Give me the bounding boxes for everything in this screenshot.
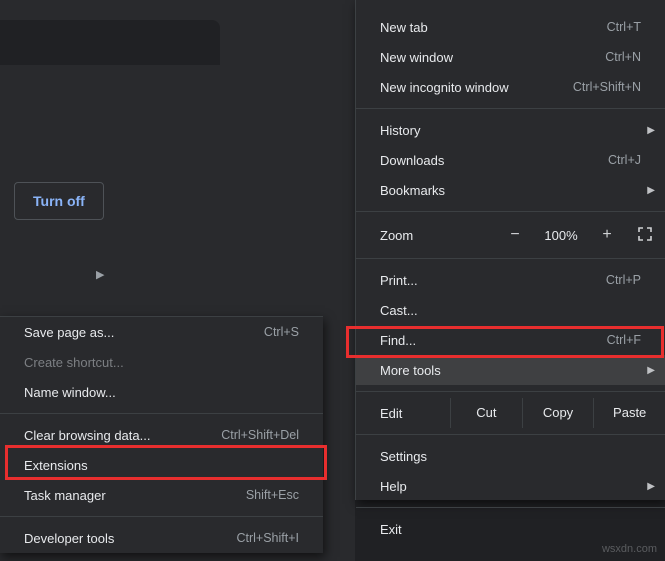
menu-shortcut: Ctrl+N bbox=[605, 50, 641, 64]
history-item[interactable]: History ▶ bbox=[356, 115, 665, 145]
active-tab-area bbox=[0, 20, 220, 65]
turn-off-button[interactable]: Turn off bbox=[14, 182, 104, 220]
zoom-row: Zoom − 100% + bbox=[356, 218, 665, 252]
menu-label: Clear browsing data... bbox=[24, 428, 150, 443]
menu-label: Name window... bbox=[24, 385, 116, 400]
separator bbox=[356, 211, 665, 212]
menu-shortcut: Ctrl+Shift+Del bbox=[221, 428, 299, 442]
submenu-arrow-icon: ▶ bbox=[647, 185, 655, 196]
print-item[interactable]: Print... Ctrl+P bbox=[356, 265, 665, 295]
bookmarks-item[interactable]: Bookmarks ▶ bbox=[356, 175, 665, 205]
downloads-item[interactable]: Downloads Ctrl+J bbox=[356, 145, 665, 175]
menu-label: Extensions bbox=[24, 458, 88, 473]
more-tools-submenu: Save page as... Ctrl+S Create shortcut..… bbox=[0, 316, 323, 553]
new-window-item[interactable]: New window Ctrl+N bbox=[356, 42, 665, 72]
submenu-arrow-icon: ▶ bbox=[647, 365, 655, 376]
menu-shortcut: Ctrl+P bbox=[606, 273, 641, 287]
menu-label: Save page as... bbox=[24, 325, 114, 340]
paste-button[interactable]: Paste bbox=[593, 398, 665, 428]
fullscreen-icon[interactable] bbox=[637, 226, 653, 245]
find-item[interactable]: Find... Ctrl+F bbox=[356, 325, 665, 355]
edit-row: Edit Cut Copy Paste bbox=[356, 398, 665, 428]
exit-item[interactable]: Exit bbox=[356, 514, 665, 544]
save-page-item[interactable]: Save page as... Ctrl+S bbox=[0, 317, 323, 347]
clear-browsing-data-item[interactable]: Clear browsing data... Ctrl+Shift+Del bbox=[0, 420, 323, 450]
edit-label: Edit bbox=[380, 406, 450, 421]
menu-label: New tab bbox=[380, 20, 428, 35]
menu-label: Find... bbox=[380, 333, 416, 348]
menu-label: New window bbox=[380, 50, 453, 65]
menu-label: Downloads bbox=[380, 153, 444, 168]
new-incognito-item[interactable]: New incognito window Ctrl+Shift+N bbox=[356, 72, 665, 102]
menu-label: Create shortcut... bbox=[24, 355, 124, 370]
cast-item[interactable]: Cast... bbox=[356, 295, 665, 325]
help-item[interactable]: Help ▶ bbox=[356, 471, 665, 501]
menu-label: New incognito window bbox=[380, 80, 509, 95]
separator bbox=[0, 516, 323, 517]
settings-item[interactable]: Settings bbox=[356, 441, 665, 471]
name-window-item[interactable]: Name window... bbox=[0, 377, 323, 407]
separator bbox=[0, 413, 323, 414]
menu-shortcut: Ctrl+T bbox=[607, 20, 641, 34]
zoom-label: Zoom bbox=[380, 228, 493, 243]
developer-tools-item[interactable]: Developer tools Ctrl+Shift+I bbox=[0, 523, 323, 553]
separator bbox=[356, 258, 665, 259]
separator bbox=[356, 391, 665, 392]
menu-label: Exit bbox=[380, 522, 402, 537]
submenu-arrow-icon: ▶ bbox=[647, 125, 655, 136]
menu-shortcut: Ctrl+Shift+I bbox=[236, 531, 299, 545]
watermark: wsxdn.com bbox=[602, 543, 657, 555]
cut-button[interactable]: Cut bbox=[450, 398, 522, 428]
menu-label: Print... bbox=[380, 273, 418, 288]
menu-shortcut: Ctrl+F bbox=[607, 333, 641, 347]
more-tools-item[interactable]: More tools ▶ bbox=[356, 355, 665, 385]
separator bbox=[356, 108, 665, 109]
menu-shortcut: Ctrl+S bbox=[264, 325, 299, 339]
chrome-main-menu: New tab Ctrl+T New window Ctrl+N New inc… bbox=[355, 0, 665, 500]
menu-label: Developer tools bbox=[24, 531, 114, 546]
submenu-arrow-icon: ▶ bbox=[647, 481, 655, 492]
menu-label: Task manager bbox=[24, 488, 106, 503]
copy-button[interactable]: Copy bbox=[522, 398, 594, 428]
menu-shortcut: Ctrl+Shift+N bbox=[573, 80, 641, 94]
menu-label: Settings bbox=[380, 449, 427, 464]
zoom-in-button[interactable]: + bbox=[591, 226, 623, 244]
zoom-out-button[interactable]: − bbox=[499, 226, 531, 244]
zoom-value: 100% bbox=[537, 228, 585, 243]
new-tab-item[interactable]: New tab Ctrl+T bbox=[356, 12, 665, 42]
menu-label: Help bbox=[380, 479, 407, 494]
menu-label: More tools bbox=[380, 363, 441, 378]
chevron-right-icon[interactable]: ▶ bbox=[96, 268, 104, 281]
menu-label: History bbox=[380, 123, 420, 138]
separator bbox=[356, 507, 665, 508]
menu-shortcut: Shift+Esc bbox=[246, 488, 299, 502]
extensions-item[interactable]: Extensions bbox=[0, 450, 323, 480]
menu-shortcut: Ctrl+J bbox=[608, 153, 641, 167]
menu-label: Bookmarks bbox=[380, 183, 445, 198]
menu-label: Cast... bbox=[380, 303, 418, 318]
separator bbox=[356, 434, 665, 435]
task-manager-item[interactable]: Task manager Shift+Esc bbox=[0, 480, 323, 510]
create-shortcut-item: Create shortcut... bbox=[0, 347, 323, 377]
